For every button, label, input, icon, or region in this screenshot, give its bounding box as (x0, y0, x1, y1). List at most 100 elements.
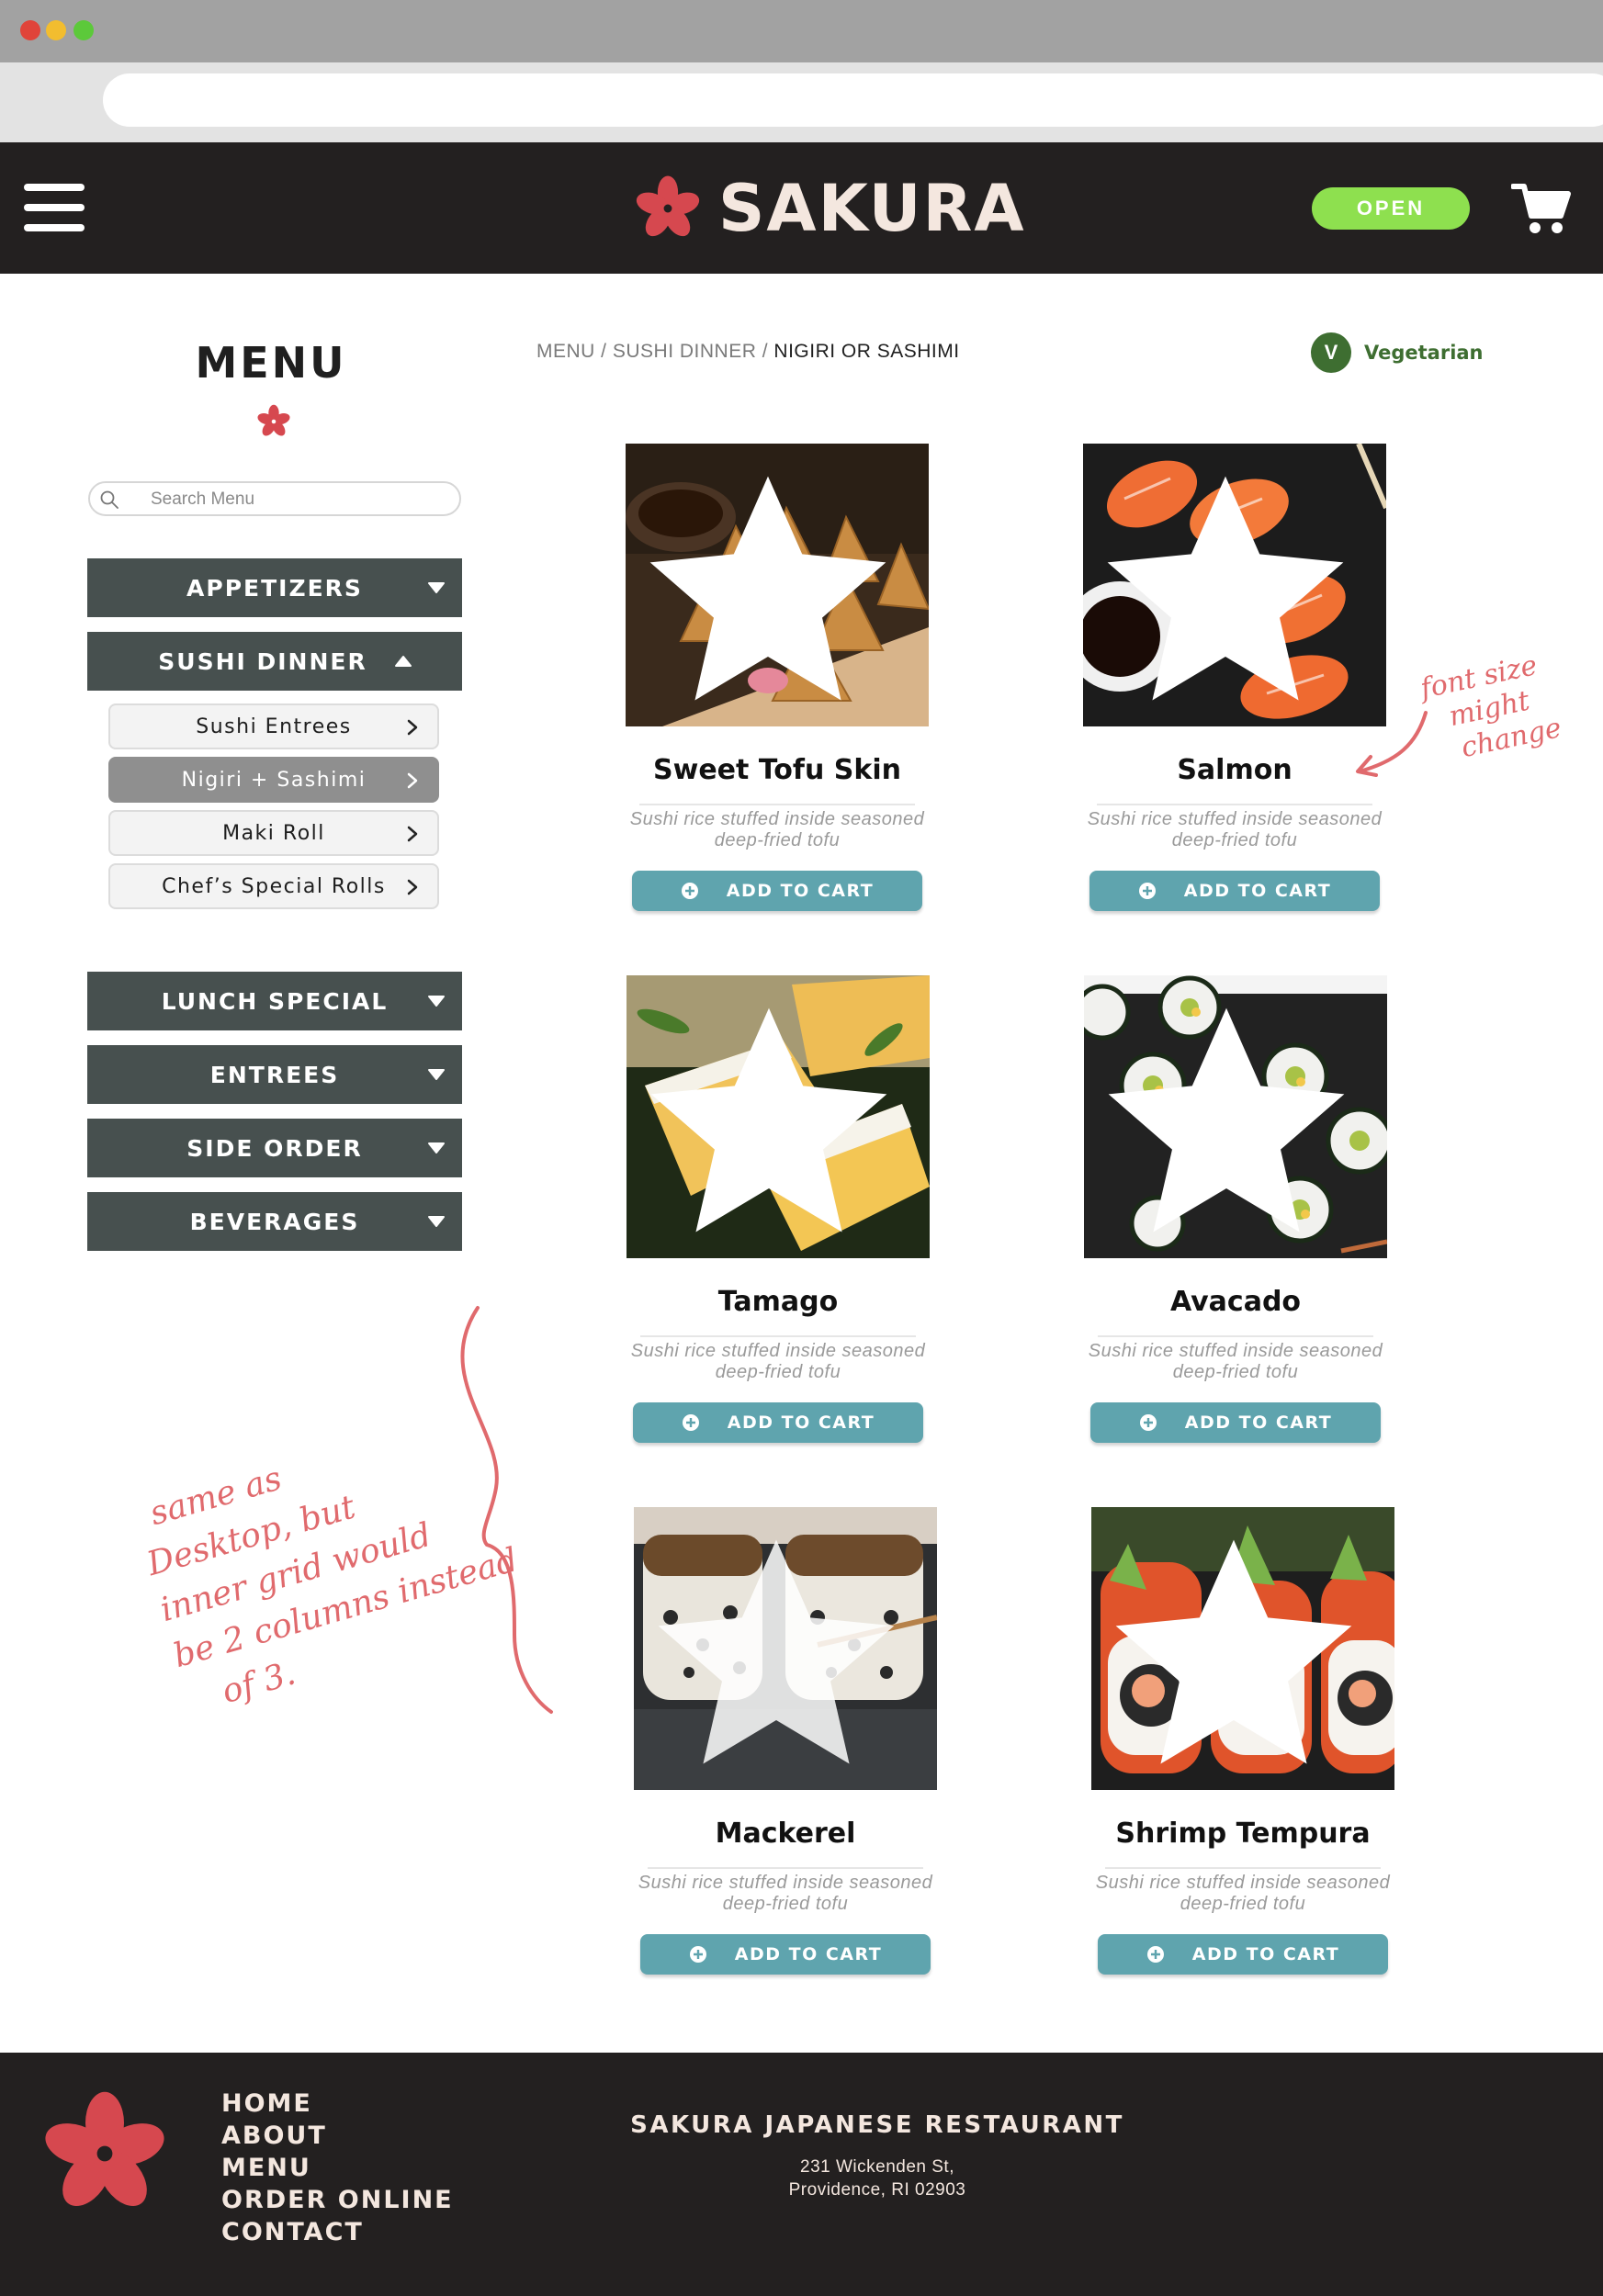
sakura-flower-icon (257, 404, 290, 436)
product-photo[interactable] (634, 1507, 937, 1790)
product-description: Sushi rice stuffed inside seasoned deep-… (1095, 1873, 1391, 1914)
cart-icon[interactable] (1511, 181, 1572, 236)
product-description: Sushi rice stuffed inside seasoned deep-… (629, 809, 925, 850)
product-description: Sushi rice stuffed inside seasoned deep-… (1087, 809, 1383, 850)
footer-link-about[interactable]: ABOUT (221, 2120, 454, 2152)
chevron-right-icon (407, 719, 418, 736)
subcategory-label: Maki Roll (222, 821, 325, 845)
address-line: 231 Wickenden St, (800, 2157, 954, 2177)
caret-down-icon (428, 1142, 445, 1154)
vegetarian-label: Vegetarian (1364, 342, 1484, 364)
search-box (88, 481, 461, 516)
category-label: SUSHI DINNER (158, 647, 367, 675)
product-description: Sushi rice stuffed inside seasoned deep-… (630, 1341, 926, 1382)
site-logo[interactable]: SAKURA (634, 170, 1026, 247)
product-photo[interactable] (1084, 975, 1387, 1258)
category-sushi-dinner[interactable]: SUSHI DINNER (87, 632, 462, 691)
category-label: APPETIZERS (186, 574, 363, 602)
plus-circle-icon (681, 883, 698, 899)
product-description: Sushi rice stuffed inside seasoned deep-… (1088, 1341, 1383, 1382)
breadcrumb-sushi-dinner[interactable]: SUSHI DINNER (613, 341, 757, 362)
plus-circle-icon (1139, 1414, 1157, 1431)
vegetarian-filter[interactable]: V Vegetarian (1311, 332, 1484, 373)
category-lunch-special[interactable]: LUNCH SPECIAL (87, 972, 462, 1030)
product-photo[interactable] (626, 444, 929, 726)
product-description: Sushi rice stuffed inside seasoned deep-… (638, 1873, 933, 1914)
add-to-cart-button[interactable]: ADD TO CART (640, 1934, 931, 1975)
subcategory-chefs-special-rolls[interactable]: Chef’s Special Rolls (108, 863, 439, 909)
font-size-annotation: font size might change (1417, 647, 1564, 771)
caret-up-icon (395, 656, 412, 667)
subcategory-label: Chef’s Special Rolls (162, 874, 386, 898)
product-name: Avacado (1169, 1286, 1302, 1318)
category-beverages[interactable]: BEVERAGES (87, 1192, 462, 1251)
browser-chrome (0, 0, 1603, 142)
close-window-button[interactable] (20, 20, 40, 40)
add-to-cart-button[interactable]: ADD TO CART (1098, 1934, 1388, 1975)
restaurant-address: 231 Wickenden St, Providence, RI 02903 (698, 2155, 1056, 2201)
category-entrees[interactable]: ENTREES (87, 1045, 462, 1104)
open-status-badge: OPEN (1312, 187, 1470, 230)
add-to-cart-label: ADD TO CART (1191, 1944, 1340, 1964)
divider (1097, 804, 1372, 805)
caret-down-icon (428, 996, 445, 1007)
subcategory-nigiri-sashimi[interactable]: Nigiri + Sashimi (108, 757, 439, 803)
add-to-cart-button[interactable]: ADD TO CART (633, 1402, 923, 1443)
search-icon (100, 490, 119, 509)
sakura-flower-icon (636, 175, 700, 237)
favorite-star-icon[interactable] (627, 985, 920, 1258)
favorite-star-icon[interactable] (1083, 453, 1377, 726)
footer-link-home[interactable]: HOME (221, 2088, 454, 2120)
vegetarian-badge: V (1311, 332, 1351, 373)
product-photo[interactable] (1091, 1507, 1394, 1790)
category-side-order[interactable]: SIDE ORDER (87, 1119, 462, 1177)
brand-name: SAKURA (718, 171, 1026, 246)
category-label: ENTREES (209, 1061, 340, 1088)
breadcrumb-separator: / (756, 341, 774, 362)
maximize-window-button[interactable] (73, 20, 94, 40)
footer-link-contact[interactable]: CONTACT (221, 2216, 454, 2248)
caret-down-icon (428, 1216, 445, 1227)
category-appetizers[interactable]: APPETIZERS (87, 558, 462, 617)
caret-down-icon (428, 1069, 445, 1080)
favorite-star-icon[interactable] (634, 1516, 928, 1790)
subcategory-maki-roll[interactable]: Maki Roll (108, 810, 439, 856)
subcategory-sushi-entrees[interactable]: Sushi Entrees (108, 703, 439, 749)
divider (639, 804, 915, 805)
divider (1098, 1335, 1373, 1337)
add-to-cart-button[interactable]: ADD TO CART (632, 871, 922, 911)
product-photo[interactable] (627, 975, 930, 1258)
category-label: BEVERAGES (189, 1208, 360, 1235)
minimize-window-button[interactable] (46, 20, 66, 40)
add-to-cart-label: ADD TO CART (1184, 1412, 1333, 1433)
add-to-cart-label: ADD TO CART (726, 881, 875, 901)
divider (648, 1867, 923, 1869)
sakura-flower-icon (45, 2091, 164, 2207)
divider (1105, 1867, 1381, 1869)
caret-down-icon (428, 582, 445, 593)
breadcrumb-menu[interactable]: MENU (536, 341, 595, 362)
add-to-cart-button[interactable]: ADD TO CART (1090, 1402, 1381, 1443)
plus-circle-icon (689, 1946, 706, 1963)
chevron-right-icon (407, 826, 418, 842)
address-bar[interactable] (103, 73, 1603, 127)
divider (640, 1335, 916, 1337)
site-header: SAKURA OPEN (0, 142, 1603, 274)
favorite-star-icon[interactable] (1084, 985, 1378, 1258)
product-photo[interactable] (1083, 444, 1386, 726)
search-input[interactable] (151, 487, 445, 512)
favorite-star-icon[interactable] (626, 453, 920, 726)
product-name: Mackerel (715, 1818, 856, 1850)
annotation-arrow (1356, 711, 1428, 777)
favorite-star-icon[interactable] (1091, 1516, 1385, 1790)
breadcrumb: MENU / SUSHI DINNER / NIGIRI OR SASHIMI (536, 341, 960, 363)
footer-link-menu[interactable]: MENU (221, 2152, 454, 2184)
plus-circle-icon (1138, 883, 1156, 899)
site-footer: HOME ABOUT MENU ORDER ONLINE CONTACT SAK… (0, 2053, 1603, 2296)
hamburger-menu-icon[interactable] (24, 184, 85, 231)
add-to-cart-button[interactable]: ADD TO CART (1089, 871, 1380, 911)
product-name: Sweet Tofu Skin (653, 754, 901, 786)
add-to-cart-label: ADD TO CART (1183, 881, 1332, 901)
footer-link-order-online[interactable]: ORDER ONLINE (221, 2184, 454, 2216)
subcategory-label: Sushi Entrees (196, 715, 352, 738)
